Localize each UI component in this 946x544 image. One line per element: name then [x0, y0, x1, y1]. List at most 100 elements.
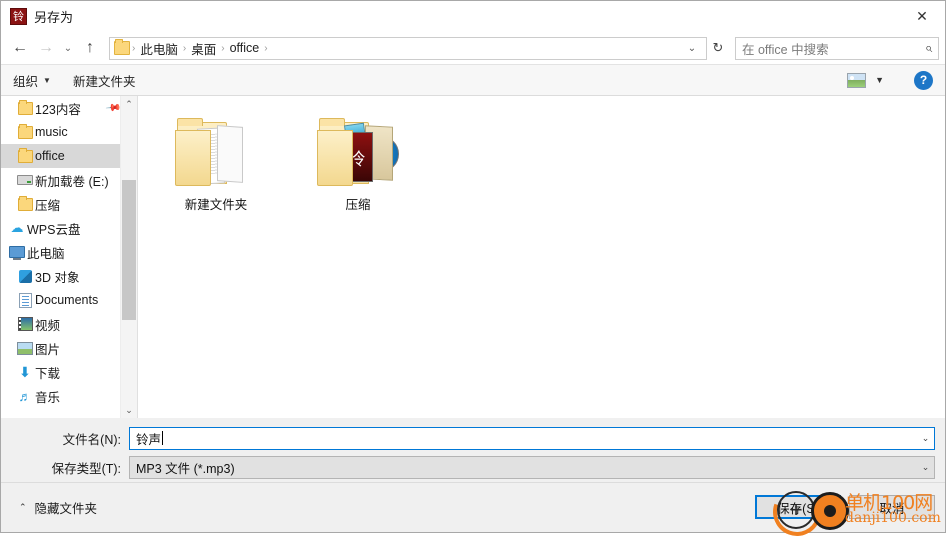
address-dropdown-icon[interactable]: ⌄: [682, 37, 702, 60]
file-label: 压缩: [345, 198, 371, 212]
breadcrumb-item-1[interactable]: 桌面: [186, 39, 221, 58]
sidebar-item-1[interactable]: music: [1, 120, 137, 144]
pin-icon[interactable]: 📌: [104, 100, 121, 116]
search-icon: ⌕: [924, 40, 932, 55]
address-bar[interactable]: › 此电脑 › 桌面 › office › ⌄: [109, 36, 707, 60]
computer-icon: [9, 244, 25, 260]
document-icon: [17, 292, 33, 308]
sidebar-item-4[interactable]: 压缩: [1, 192, 137, 216]
scroll-up-icon[interactable]: ⌃: [121, 96, 137, 112]
dialog-footer: ⌃ 隐藏文件夹 保存(S) 取消: [1, 482, 945, 531]
video-icon: [17, 316, 33, 332]
file-label: 新建文件夹: [184, 198, 248, 212]
navigation-pane: 123内容 📌 music office 新加载卷 (E:) 压缩 ☁ WPS云盘此电脑 3D …: [1, 96, 137, 418]
window-title: 另存为: [34, 10, 74, 25]
sidebar-item-8[interactable]: Documents: [1, 288, 137, 312]
navigation-bar: ← → ⌄ ↑ › 此电脑 › 桌面 › office › ⌄ ↻ 在 offi…: [1, 32, 945, 64]
toolbar-right-group: ▼ ?: [847, 70, 933, 90]
recent-locations-icon[interactable]: ⌄: [59, 35, 77, 61]
filename-input[interactable]: 铃声 ⌄: [129, 426, 935, 450]
filename-label: 文件名(N):: [62, 432, 121, 447]
cancel-button[interactable]: 取消: [849, 495, 935, 519]
breadcrumb-separator: ›: [264, 42, 268, 54]
search-placeholder: 在 office 中搜索: [742, 42, 829, 57]
list-item[interactable]: 新建文件夹: [166, 114, 266, 213]
filename-value: 铃声: [136, 431, 164, 447]
sidebar-item-label: 此电脑: [27, 246, 65, 261]
sidebar-item-label: 图片: [35, 342, 61, 357]
scrollbar-thumb[interactable]: [122, 180, 136, 320]
up-icon[interactable]: ↑: [77, 35, 103, 61]
sidebar-item-10[interactable]: 图片: [1, 336, 137, 360]
breadcrumb-item-2[interactable]: office: [225, 41, 265, 55]
close-icon[interactable]: ✕: [899, 1, 945, 32]
file-grid: 新建文件夹 冷 压缩: [166, 114, 945, 213]
refresh-icon[interactable]: ↻: [707, 37, 729, 60]
chevron-down-icon[interactable]: ⌄: [917, 433, 934, 444]
download-icon: ⬇: [19, 364, 31, 380]
filetype-select[interactable]: MP3 文件 (*.mp3) ⌄: [129, 455, 935, 479]
filetype-value: MP3 文件 (*.mp3): [136, 461, 235, 476]
sidebar-item-7[interactable]: 3D 对象: [1, 264, 137, 288]
sidebar-item-label: 新加载卷 (E:): [35, 174, 109, 189]
sidebar-item-9[interactable]: 视频: [1, 312, 137, 336]
sidebar-item-label: office: [35, 149, 65, 163]
sidebar-scrollbar[interactable]: ⌃ ⌄: [120, 96, 137, 418]
forward-icon[interactable]: →: [33, 35, 59, 61]
chevron-down-icon[interactable]: ⌄: [917, 462, 934, 473]
scroll-down-icon[interactable]: ⌄: [121, 402, 137, 418]
chevron-down-icon: ▼: [43, 75, 51, 85]
filename-row: 文件名(N): 铃声 ⌄: [1, 426, 945, 450]
cloud-icon: ☁: [10, 220, 24, 235]
sidebar-item-12[interactable]: ♬ 音乐: [1, 384, 137, 408]
organize-button[interactable]: 组织 ▼: [13, 71, 51, 90]
drive-icon: [17, 172, 33, 188]
folder-icon: [17, 123, 33, 140]
list-item[interactable]: 冷 压缩: [308, 114, 408, 213]
view-mode-icon[interactable]: [847, 72, 867, 88]
filetype-row: 保存类型(T): MP3 文件 (*.mp3) ⌄: [1, 455, 945, 479]
sidebar-item-label: 压缩: [35, 198, 61, 213]
sidebar-item-label: 音乐: [35, 390, 61, 405]
help-icon[interactable]: ?: [914, 70, 933, 90]
save-form: 文件名(N): 铃声 ⌄ 保存类型(T): MP3 文件 (*.mp3) ⌄: [1, 418, 945, 482]
file-list-pane[interactable]: 新建文件夹 冷 压缩: [138, 96, 945, 418]
sidebar-item-3[interactable]: 新加载卷 (E:): [1, 168, 137, 192]
save-button[interactable]: 保存(S): [755, 495, 841, 519]
folder-icon: [17, 195, 33, 212]
organize-label: 组织: [13, 74, 39, 89]
search-input[interactable]: 在 office 中搜索 ⌕: [735, 36, 939, 60]
folder-icon: [17, 99, 33, 116]
chevron-up-icon: ⌃: [19, 501, 27, 512]
sidebar-item-label: 3D 对象: [35, 270, 80, 285]
sidebar-item-5[interactable]: ☁ WPS云盘: [1, 216, 137, 240]
sidebar-item-11[interactable]: ⬇ 下载: [1, 360, 137, 384]
filetype-label: 保存类型(T):: [51, 461, 121, 476]
save-as-dialog: 铃 另存为 ✕ ← → ⌄ ↑ › 此电脑 › 桌面 › office › ⌄ …: [0, 0, 946, 544]
title-bar: 铃 另存为 ✕: [1, 1, 945, 32]
sidebar-item-0[interactable]: 123内容 📌: [1, 96, 137, 120]
sidebar-item-6[interactable]: 此电脑: [1, 240, 137, 264]
breadcrumb-item-0[interactable]: 此电脑: [135, 39, 183, 58]
folder-documents-icon: [173, 114, 259, 188]
new-folder-button[interactable]: 新建文件夹: [73, 71, 136, 90]
folder-icon: [114, 39, 130, 55]
content-area: 123内容 📌 music office 新加载卷 (E:) 压缩 ☁ WPS云盘此电脑 3D …: [1, 96, 945, 418]
command-toolbar: 组织 ▼ 新建文件夹 ▼ ?: [1, 64, 945, 96]
chevron-down-icon[interactable]: ▼: [875, 75, 884, 85]
app-icon: 铃: [10, 8, 27, 25]
new-folder-label: 新建文件夹: [72, 74, 136, 89]
sidebar-item-label: 视频: [35, 318, 61, 333]
footer-buttons: 保存(S) 取消: [755, 495, 935, 519]
sidebar-list: 123内容 📌 music office 新加载卷 (E:) 压缩 ☁ WPS云盘此电脑 3D …: [1, 96, 137, 408]
music-icon: ♬: [18, 388, 32, 404]
sidebar-item-label: 下载: [35, 366, 61, 381]
picture-icon: [17, 340, 33, 356]
sidebar-item-label: 123内容: [35, 102, 81, 117]
hide-folders-label: 隐藏文件夹: [34, 501, 98, 516]
sidebar-item-2[interactable]: office: [1, 144, 137, 168]
sidebar-item-label: Documents: [35, 293, 99, 307]
back-icon[interactable]: ←: [7, 35, 33, 61]
hide-folders-toggle[interactable]: ⌃ 隐藏文件夹: [19, 498, 97, 517]
folder-icon: [17, 147, 33, 164]
